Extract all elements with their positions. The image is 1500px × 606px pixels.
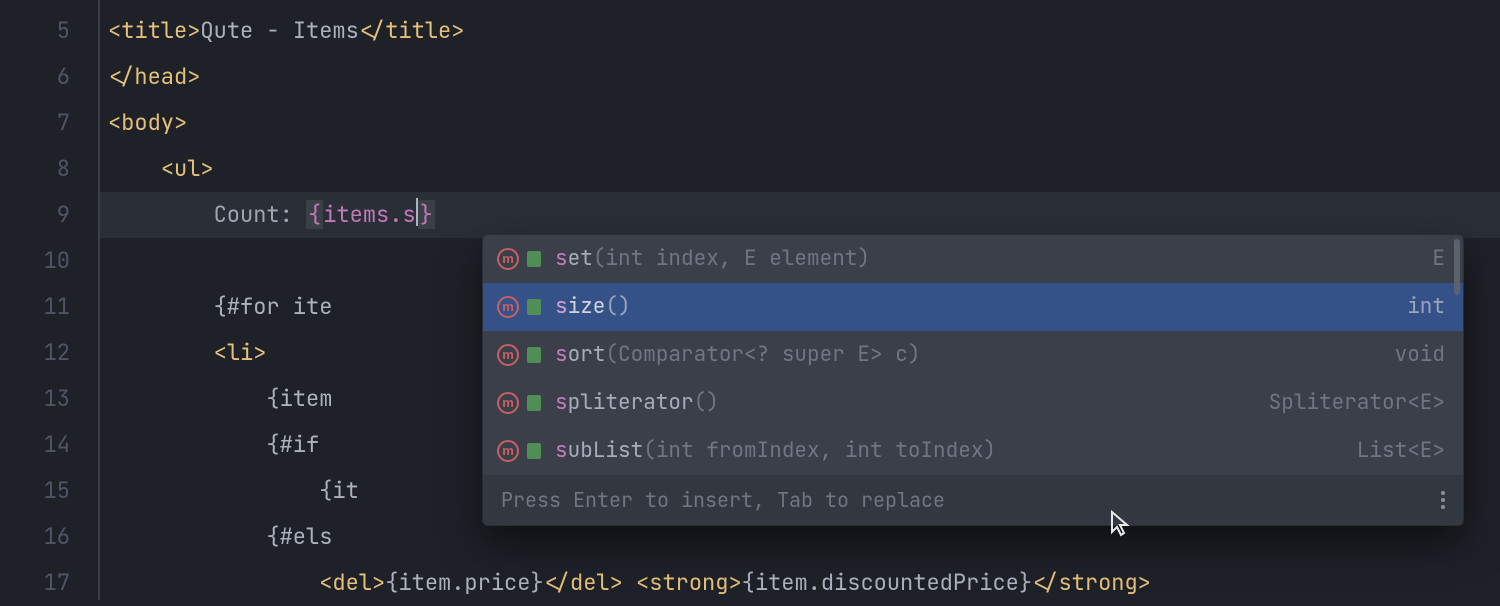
return-type: void: [1395, 332, 1445, 378]
more-options-icon[interactable]: [1441, 491, 1445, 509]
line-number: 12: [0, 330, 98, 376]
method-icon: m: [497, 248, 519, 270]
return-type: Spliterator<E>: [1269, 380, 1445, 426]
popup-scrollbar[interactable]: [1454, 239, 1460, 295]
line-number: 5: [0, 8, 98, 54]
completion-item-sort[interactable]: m sort(Comparator<? super E> c) void: [483, 331, 1463, 379]
field-icon: [527, 299, 541, 315]
line-number: 14: [0, 422, 98, 468]
return-type: List<E>: [1357, 428, 1445, 474]
completion-item-set[interactable]: m set(int index, E element) E: [483, 235, 1463, 283]
line-number: 16: [0, 514, 98, 560]
method-icon: m: [497, 392, 519, 414]
method-icon: m: [497, 440, 519, 462]
line-number: 15: [0, 468, 98, 514]
code-line-active[interactable]: Count: {items.s}: [100, 192, 1500, 238]
line-number: 11: [0, 284, 98, 330]
line-gutter: 5 6 7 8 9 10 11 12 13 14 15 16 17: [0, 0, 100, 600]
line-number: 10: [0, 238, 98, 284]
line-number: 9: [0, 192, 98, 238]
return-type: E: [1432, 236, 1445, 282]
line-number: 13: [0, 376, 98, 422]
field-icon: [527, 443, 541, 459]
line-number: 7: [0, 100, 98, 146]
completion-item-sublist[interactable]: m subList(int fromIndex, int toIndex) Li…: [483, 427, 1463, 475]
autocomplete-popup[interactable]: m set(int index, E element) E m size() i…: [482, 234, 1464, 526]
field-icon: [527, 251, 541, 267]
line-number: 8: [0, 146, 98, 192]
code-area[interactable]: <title>Qute - Items</title> </head> <bod…: [100, 0, 1500, 600]
line-number: 17: [0, 560, 98, 606]
method-icon: m: [497, 344, 519, 366]
code-line[interactable]: <del>{item.price}</del> <strong>{item.di…: [100, 560, 1500, 606]
completion-item-spliterator[interactable]: m spliterator() Spliterator<E>: [483, 379, 1463, 427]
return-type: int: [1407, 284, 1445, 330]
method-icon: m: [497, 296, 519, 318]
completion-list[interactable]: m set(int index, E element) E m size() i…: [483, 235, 1463, 475]
field-icon: [527, 395, 541, 411]
popup-hint: Press Enter to insert, Tab to replace: [501, 477, 945, 523]
code-editor[interactable]: 5 6 7 8 9 10 11 12 13 14 15 16 17 <title…: [0, 0, 1500, 600]
code-line[interactable]: <ul>: [100, 146, 1500, 192]
code-line[interactable]: <body>: [100, 100, 1500, 146]
field-icon: [527, 347, 541, 363]
completion-item-size[interactable]: m size() int: [483, 283, 1463, 331]
line-number: 6: [0, 54, 98, 100]
code-line[interactable]: </head>: [100, 54, 1500, 100]
popup-footer: Press Enter to insert, Tab to replace: [483, 475, 1463, 525]
code-line[interactable]: <title>Qute - Items</title>: [100, 8, 1500, 54]
